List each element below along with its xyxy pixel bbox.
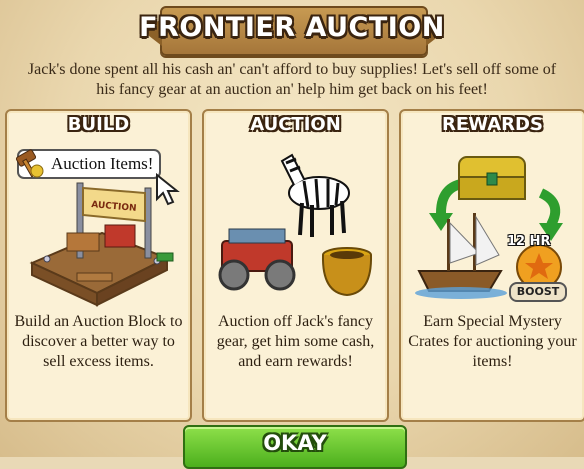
gavel-icon bbox=[15, 149, 44, 178]
hand-cursor-icon bbox=[156, 173, 180, 206]
build-panel: BUILD AUCTION Auction Items! Build an Au… bbox=[5, 109, 192, 422]
auction-panel-title: AUCTION bbox=[250, 114, 341, 135]
rewards-panel: REWARDS 12 HR BOOST Earn Special Mystery… bbox=[399, 109, 584, 422]
auction-gear-illustration bbox=[218, 153, 373, 297]
tooltip-label: Auction Items! bbox=[51, 154, 154, 173]
dialog-title: FRONTIER AUCTION bbox=[139, 12, 445, 43]
build-panel-title: BUILD bbox=[67, 114, 130, 135]
build-panel-text: Build an Auction Block to discover a bet… bbox=[14, 313, 183, 370]
intro-text: Jack's done spent all his cash an' can't… bbox=[27, 61, 557, 98]
auction-panel-text: Auction off Jack's fancy gear, get him s… bbox=[216, 313, 375, 370]
boost-timer: 12 HR bbox=[507, 234, 551, 249]
rewards-panel-title: REWARDS bbox=[442, 114, 543, 135]
rewards-panel-text: Earn Special Mystery Crates for auctioni… bbox=[408, 313, 577, 370]
auction-panel: AUCTION Auction off Jack's fancy gear, g… bbox=[202, 109, 389, 422]
boost-badge: BOOST bbox=[509, 282, 567, 302]
okay-button-label: OKAY bbox=[263, 431, 327, 455]
okay-button[interactable]: OKAY bbox=[183, 425, 407, 469]
